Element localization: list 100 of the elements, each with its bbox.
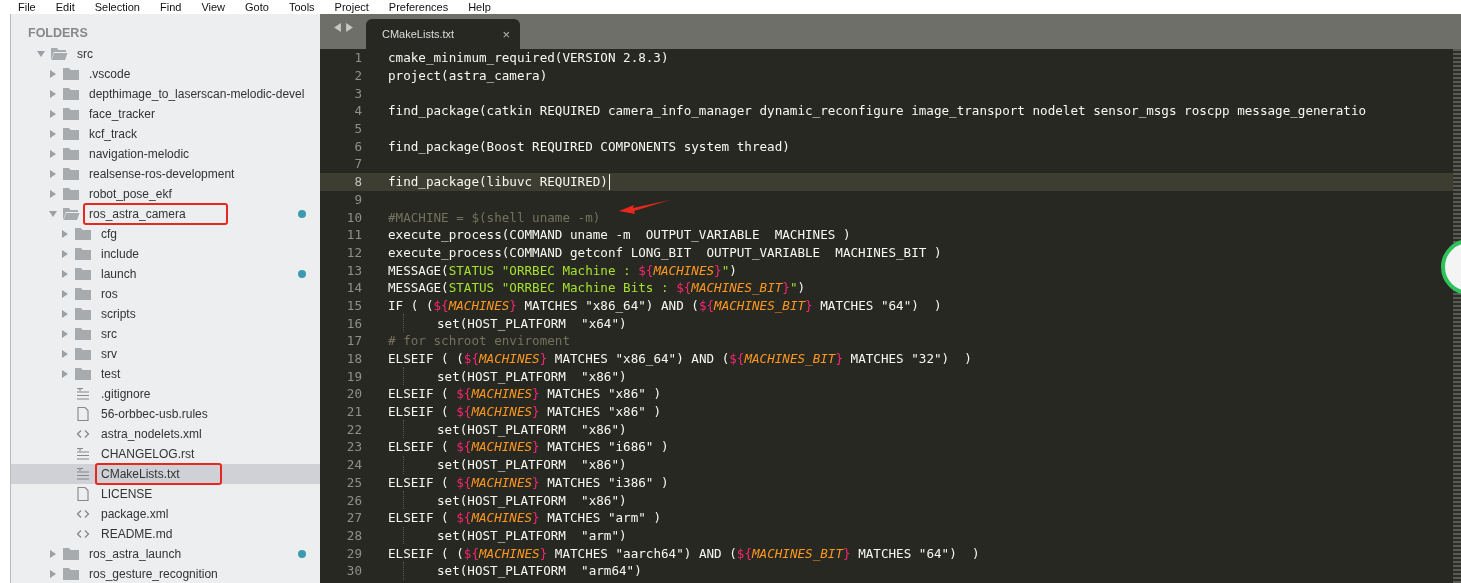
left-arrow-icon[interactable] — [333, 23, 341, 32]
code-file-icon — [74, 527, 92, 541]
menu-item[interactable]: Project — [334, 0, 369, 14]
tree-item[interactable]: src — [11, 324, 320, 344]
menu-item[interactable]: Find — [159, 0, 182, 14]
tree-item[interactable]: scripts — [11, 304, 320, 324]
code-line: project(astra_camera) — [388, 68, 548, 84]
folder-icon — [62, 147, 80, 161]
tree-item[interactable]: LICENSE — [11, 484, 320, 504]
menu-item[interactable]: View — [201, 0, 226, 14]
minimap[interactable] — [1453, 49, 1461, 583]
tree-item[interactable]: README.md — [11, 524, 320, 544]
line-number: 16 — [345, 315, 362, 331]
menu-item[interactable]: File — [18, 0, 36, 14]
code-line: set(HOST_PLATFORM "x86") — [437, 457, 627, 473]
code-line: set(HOST_PLATFORM "arm") — [437, 527, 627, 543]
code-line: ELSEIF ( ${MACHINES} MATCHES "arm" ) — [388, 510, 661, 526]
caret-right-icon[interactable] — [49, 110, 57, 118]
menu-item[interactable]: Tools — [288, 0, 315, 14]
caret-right-icon[interactable] — [61, 310, 69, 318]
tree-item[interactable]: ros_astra_camera — [11, 204, 320, 224]
caret-right-icon[interactable] — [49, 90, 57, 98]
caret-right-icon[interactable] — [49, 570, 57, 578]
code-line: set(HOST_PLATFORM "x86") — [437, 368, 627, 384]
line-number: 27 — [345, 510, 362, 526]
menu-item[interactable]: Goto — [245, 0, 269, 14]
line-number: 30 — [345, 563, 362, 579]
code-line: IF ( (${MACHINES} MATCHES "x86_64") AND (${MACHINES_BIT} MATCHES "64") ) — [388, 297, 942, 313]
folder-icon — [74, 287, 92, 301]
folder-icon — [62, 107, 80, 121]
folder-icon — [74, 367, 92, 381]
caret-right-icon[interactable] — [49, 550, 57, 558]
caret-right-icon[interactable] — [49, 150, 57, 158]
caret-down-icon[interactable] — [37, 50, 45, 58]
line-number: 10 — [345, 209, 362, 225]
tree-item[interactable]: .vscode — [11, 64, 320, 84]
tree-item[interactable]: cfg — [11, 224, 320, 244]
caret-right-icon[interactable] — [49, 190, 57, 198]
right-arrow-icon[interactable] — [345, 23, 353, 32]
menu-item[interactable]: Selection — [94, 0, 140, 14]
tab[interactable]: CMakeLists.txt × — [366, 19, 520, 49]
line-number: 25 — [345, 474, 362, 490]
code-line: ELSEIF ( ${MACHINES} MATCHES "x86" ) — [388, 404, 661, 420]
menu-item[interactable]: Preferences — [388, 0, 449, 14]
tree-item[interactable]: CHANGELOG.rst — [11, 444, 320, 464]
tree-item[interactable]: depthimage_to_laserscan-melodic-devel — [11, 84, 320, 104]
code-line: set(HOST_PLATFORM "x86") — [437, 492, 627, 508]
line-number: 18 — [345, 351, 362, 367]
tree-item[interactable]: robot_pose_ekf — [11, 184, 320, 204]
tree-item[interactable]: src — [11, 44, 320, 64]
line-number: 28 — [345, 527, 362, 543]
caret-right-icon[interactable] — [61, 350, 69, 358]
tree-item[interactable]: package.xml — [11, 504, 320, 524]
caret-right-icon[interactable] — [49, 170, 57, 178]
caret-down-icon[interactable] — [49, 210, 57, 218]
tree-item[interactable]: astra_nodelets.xml — [11, 424, 320, 444]
tree-item[interactable]: ros — [11, 284, 320, 304]
folder-icon — [74, 347, 92, 361]
tree-item[interactable]: ros_gesture_recognition — [11, 564, 320, 583]
tree-item[interactable]: .gitignore — [11, 384, 320, 404]
tree-item[interactable]: test — [11, 364, 320, 384]
tree-item[interactable]: launch — [11, 264, 320, 284]
tree-item[interactable]: srv — [11, 344, 320, 364]
tree-item[interactable]: realsense-ros-development — [11, 164, 320, 184]
caret-right-icon[interactable] — [61, 230, 69, 238]
tree-item[interactable]: ros_astra_launch — [11, 544, 320, 564]
line-number: 15 — [345, 297, 362, 313]
tree-item[interactable]: face_tracker — [11, 104, 320, 124]
floating-widget-icon[interactable] — [1441, 237, 1461, 297]
text-file-icon — [74, 447, 92, 461]
text-file-icon — [74, 467, 92, 481]
tree-item[interactable]: 56-orbbec-usb.rules — [11, 404, 320, 424]
code-line: ELSEIF ( (${MACHINES} MATCHES "x86_64") AND (${MACHINES_BIT} MATCHES "32") ) — [388, 351, 972, 367]
folder-icon — [62, 67, 80, 81]
folder-icon — [74, 227, 92, 241]
caret-right-icon[interactable] — [61, 290, 69, 298]
caret-right-icon[interactable] — [61, 370, 69, 378]
line-number: 22 — [345, 421, 362, 437]
close-button[interactable]: × — [502, 26, 510, 42]
caret-right-icon[interactable] — [49, 130, 57, 138]
folder-icon — [62, 187, 80, 201]
tree-item[interactable]: CMakeLists.txt — [11, 464, 320, 484]
folder-icon — [62, 167, 80, 181]
caret-right-icon[interactable] — [49, 70, 57, 78]
line-number: 9 — [353, 191, 362, 207]
tree-item[interactable]: include — [11, 244, 320, 264]
folder-icon — [62, 127, 80, 141]
code-line: ELSEIF ( (${MACHINES} MATCHES "aarch64") AND (${MACHINES_BIT} MATCHES "64") ) — [388, 545, 980, 561]
line-number: 13 — [345, 262, 362, 278]
caret-right-icon[interactable] — [61, 270, 69, 278]
menu-item[interactable]: Help — [468, 0, 491, 14]
caret-right-icon[interactable] — [61, 330, 69, 338]
line-number: 12 — [345, 244, 362, 260]
tree-item[interactable]: navigation-melodic — [11, 144, 320, 164]
code-line: # for schroot enviroment — [388, 333, 570, 349]
caret-right-icon[interactable] — [61, 250, 69, 258]
folder-icon — [74, 307, 92, 321]
menu-item[interactable]: Edit — [55, 0, 75, 14]
code-line: find_package(libuvc REQUIRED) — [388, 173, 610, 190]
tree-item[interactable]: kcf_track — [11, 124, 320, 144]
